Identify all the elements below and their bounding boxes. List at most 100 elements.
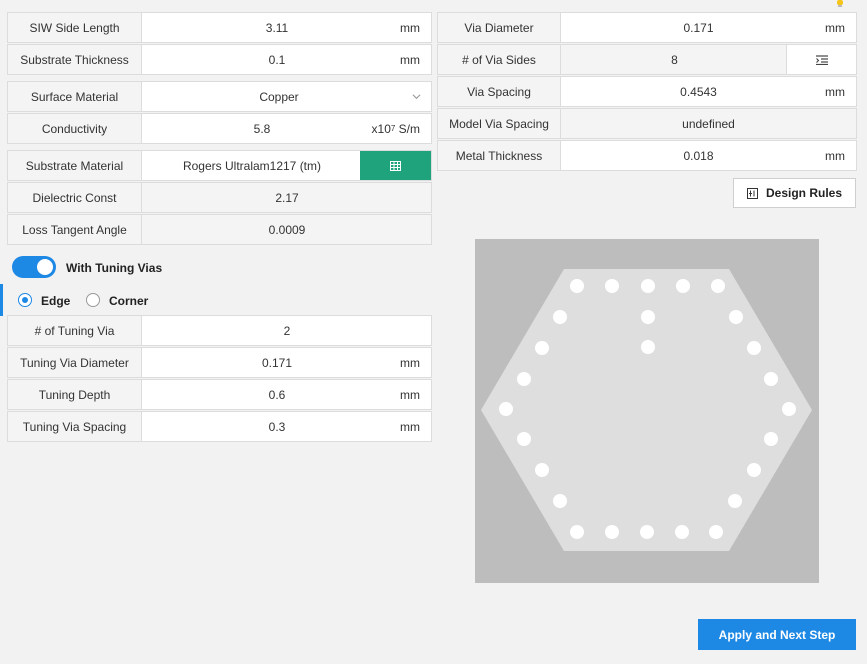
via-diameter-input[interactable]: 0.171: [561, 13, 836, 42]
surface-material-label: Surface Material: [8, 82, 142, 111]
via-hole: [641, 279, 655, 293]
model-via-spacing-row: Model Via Spacing undefined: [437, 108, 857, 139]
substrate-material-label: Substrate Material: [8, 151, 142, 180]
corner-radio[interactable]: [86, 293, 100, 307]
conductivity-unit: x10 7 S/m: [372, 114, 420, 143]
metal-thickness-label: Metal Thickness: [438, 141, 561, 170]
tuning-via-diameter-input[interactable]: 0.171: [142, 348, 412, 377]
surface-material-row: Surface Material Copper: [7, 81, 432, 112]
via-hole: [782, 402, 796, 416]
substrate-thickness-input[interactable]: 0.1: [142, 45, 412, 74]
via-diameter-unit: mm: [825, 20, 845, 35]
substrate-thickness-unit: mm: [400, 52, 420, 67]
metal-thickness-input[interactable]: 0.018: [561, 141, 836, 170]
loss-tangent-label: Loss Tangent Angle: [8, 215, 142, 244]
siw-preview: [475, 239, 819, 583]
loss-tangent-value: 0.0009: [268, 222, 306, 237]
tuning-via-diameter-row: Tuning Via Diameter 0.171 mm: [7, 347, 432, 378]
via-hole: [711, 279, 725, 293]
via-spacing-unit: mm: [825, 84, 845, 99]
section-accent-bar: [0, 284, 3, 316]
substrate-material-row: Substrate Material Rogers Ultralam1217 (…: [7, 150, 432, 181]
design-rules-button[interactable]: Design Rules: [733, 178, 856, 208]
edge-radio[interactable]: [18, 293, 32, 307]
tuning-via-diameter-label: Tuning Via Diameter: [8, 348, 142, 377]
via-diameter-label: Via Diameter: [438, 13, 561, 42]
via-hole: [535, 341, 549, 355]
via-diameter-row: Via Diameter 0.171 mm: [437, 12, 857, 43]
via-sides-value: 8: [561, 45, 788, 74]
conductivity-label: Conductivity: [8, 114, 142, 143]
via-hole: [764, 432, 778, 446]
substrate-thickness-label: Substrate Thickness: [8, 45, 142, 74]
toggle-knob: [37, 259, 53, 275]
tuning-via: [641, 310, 655, 324]
via-hole: [709, 525, 723, 539]
tuning-via-spacing-label: Tuning Via Spacing: [8, 412, 142, 441]
corner-radio-label: Corner: [109, 294, 149, 308]
tuning-depth-label: Tuning Depth: [8, 380, 142, 409]
tuning-via: [641, 340, 655, 354]
dielectric-const-row: Dielectric Const 2.17: [7, 182, 432, 213]
via-sides-row: # of Via Sides 8: [437, 44, 857, 75]
via-hole: [517, 432, 531, 446]
tuning-depth-input[interactable]: 0.6: [142, 380, 412, 409]
dielectric-const-label: Dielectric Const: [8, 183, 142, 212]
chevron-down-icon[interactable]: [412, 92, 421, 101]
siw-side-length-input[interactable]: 3.11: [142, 13, 412, 42]
num-tuning-via-input[interactable]: 2: [142, 316, 432, 345]
siw-side-length-label: SIW Side Length: [8, 13, 142, 42]
via-hole: [764, 372, 778, 386]
via-hole: [605, 525, 619, 539]
via-hole: [605, 279, 619, 293]
tuning-via-spacing-unit: mm: [400, 419, 420, 434]
via-hole: [675, 525, 689, 539]
apply-next-step-button[interactable]: Apply and Next Step: [698, 619, 856, 650]
via-spacing-input[interactable]: 0.4543: [561, 77, 836, 106]
edge-radio-label: Edge: [41, 294, 71, 308]
via-hole: [535, 463, 549, 477]
lightbulb-icon: [837, 0, 843, 7]
design-rules-icon: [746, 187, 758, 199]
surface-material-select[interactable]: Copper: [142, 82, 416, 111]
via-hole: [729, 310, 743, 324]
tuning-vias-toggle[interactable]: [12, 256, 56, 278]
material-table-button[interactable]: [360, 151, 431, 180]
conductivity-input[interactable]: 5.8: [142, 114, 382, 143]
list-indent-icon: [815, 54, 828, 65]
via-hole: [747, 463, 761, 477]
metal-thickness-row: Metal Thickness 0.018 mm: [437, 140, 857, 171]
via-hole: [553, 494, 567, 508]
tuning-via-diameter-unit: mm: [400, 355, 420, 370]
via-hole: [517, 372, 531, 386]
num-tuning-via-label: # of Tuning Via: [8, 316, 142, 345]
dielectric-const-value: 2.17: [275, 190, 299, 205]
via-hole: [553, 310, 567, 324]
tuning-via-spacing-input[interactable]: 0.3: [142, 412, 412, 441]
num-tuning-via-row: # of Tuning Via 2: [7, 315, 432, 346]
via-hole: [570, 279, 584, 293]
via-spacing-row: Via Spacing 0.4543 mm: [437, 76, 857, 107]
loss-tangent-row: Loss Tangent Angle 0.0009: [7, 214, 432, 245]
via-sides-label: # of Via Sides: [438, 45, 561, 74]
tuning-via-spacing-row: Tuning Via Spacing 0.3 mm: [7, 411, 432, 442]
table-icon: [390, 160, 401, 171]
via-hole: [640, 525, 654, 539]
via-sides-options-button[interactable]: [786, 45, 856, 74]
via-hole: [676, 279, 690, 293]
substrate-material-value: Rogers Ultralam1217 (tm): [182, 158, 322, 173]
model-via-spacing-value: undefined: [682, 116, 735, 131]
tuning-depth-row: Tuning Depth 0.6 mm: [7, 379, 432, 410]
via-hole: [570, 525, 584, 539]
siw-side-length-row: SIW Side Length 3.11 mm: [7, 12, 432, 43]
via-spacing-label: Via Spacing: [438, 77, 561, 106]
via-hole: [728, 494, 742, 508]
tuning-depth-unit: mm: [400, 387, 420, 402]
conductivity-row: Conductivity 5.8 x10 7 S/m: [7, 113, 432, 144]
substrate-thickness-row: Substrate Thickness 0.1 mm: [7, 44, 432, 75]
via-hole: [747, 341, 761, 355]
conductivity-unit-base: x10: [371, 121, 391, 136]
siw-side-length-unit: mm: [400, 20, 420, 35]
conductivity-unit-tail: S/m: [395, 121, 420, 136]
design-rules-label: Design Rules: [765, 186, 843, 200]
